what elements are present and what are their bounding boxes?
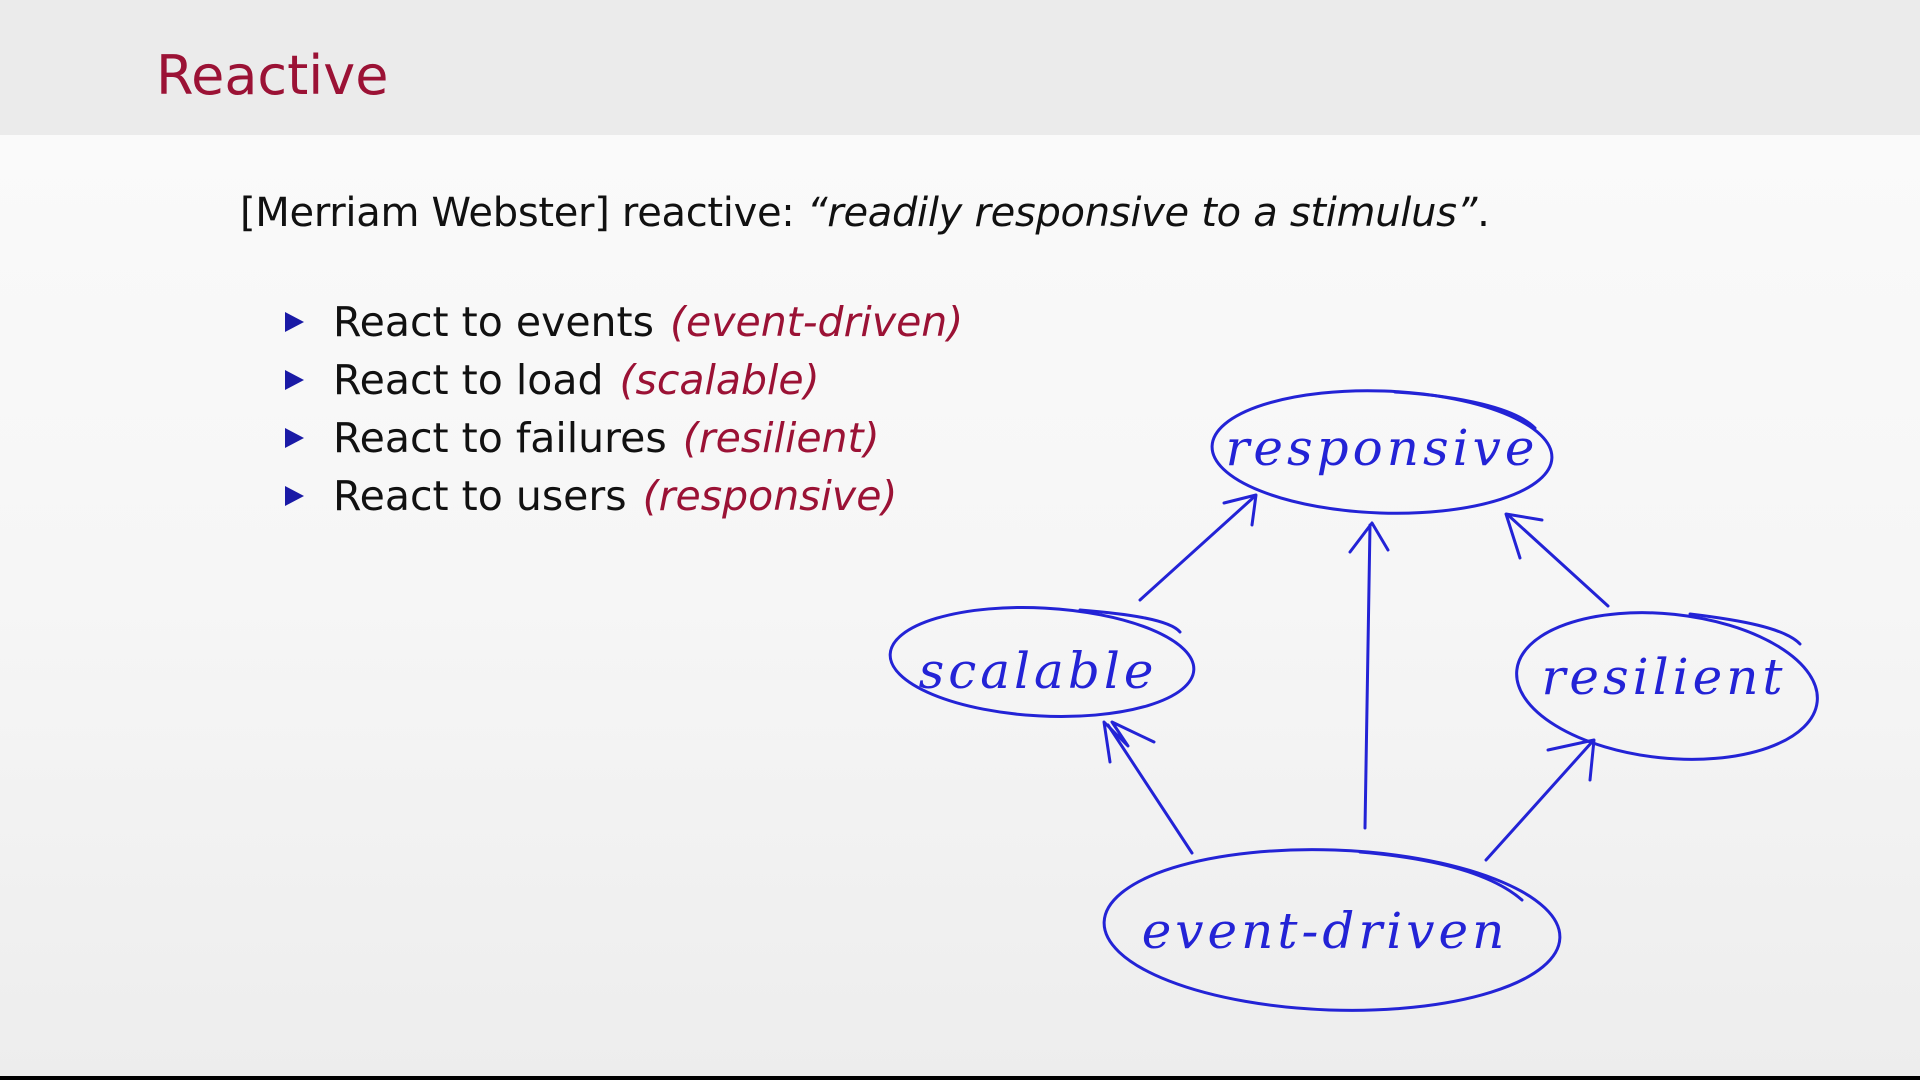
ellipse-stroke-overlap bbox=[1358, 850, 1524, 902]
node-scalable: scalable bbox=[888, 605, 1196, 719]
node-label: scalable bbox=[919, 642, 1158, 700]
edge-scalable-to-responsive bbox=[1138, 493, 1258, 602]
edge-event-driven-to-resilient bbox=[1484, 738, 1596, 862]
node-label: resilient bbox=[1541, 648, 1786, 706]
edge-line bbox=[1363, 523, 1372, 830]
node-responsive: responsive bbox=[1210, 389, 1554, 515]
reactive-traits-diagram: responsive scalable resilient event-driv… bbox=[888, 389, 1819, 1012]
node-label: responsive bbox=[1226, 419, 1539, 477]
arrowhead-icon bbox=[1504, 512, 1544, 560]
edge-resilient-to-responsive bbox=[1504, 512, 1610, 608]
edge-line bbox=[1138, 495, 1256, 602]
edge-line bbox=[1506, 513, 1610, 608]
node-event-driven: event-driven bbox=[1102, 848, 1562, 1012]
edge-line bbox=[1106, 723, 1194, 855]
edge-event-driven-to-scalable bbox=[1102, 720, 1194, 855]
edge-event-driven-to-responsive bbox=[1348, 521, 1390, 830]
slide: Reactive [Merriam Webster] reactive: “re… bbox=[0, 0, 1920, 1076]
node-label: event-driven bbox=[1142, 902, 1509, 960]
edge-line bbox=[1484, 740, 1594, 862]
